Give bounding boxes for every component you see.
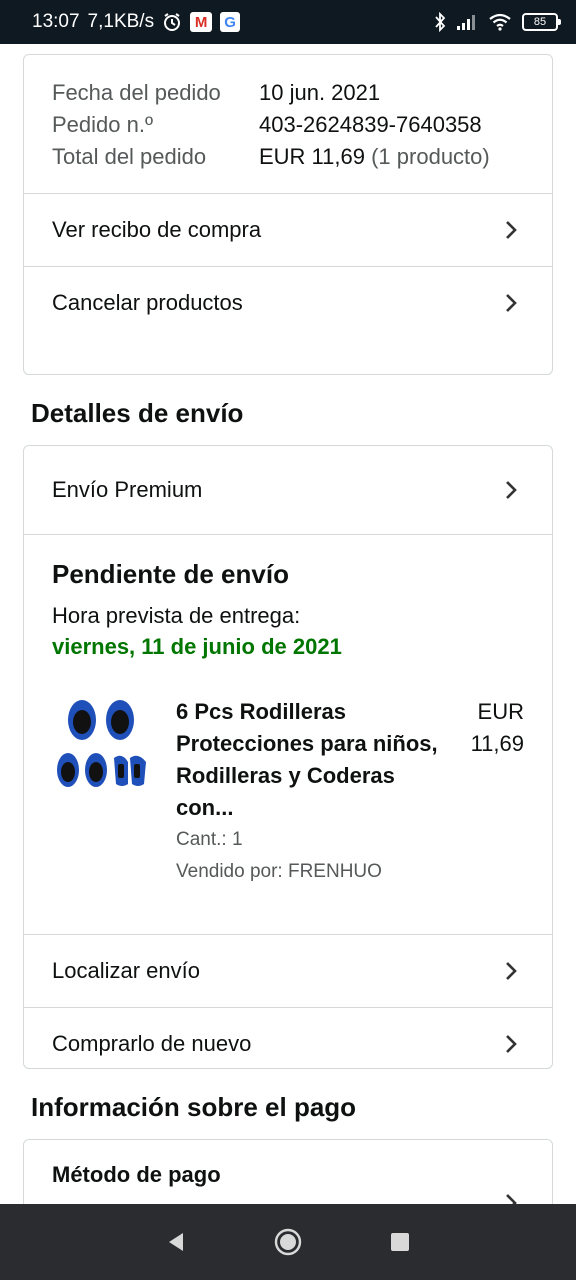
status-speed: 7,1KB/s (87, 11, 155, 32)
order-date-row: Fecha del pedido 10 jun. 2021 (52, 77, 524, 109)
delivery-label: Hora prevista de entrega: (52, 603, 301, 628)
view-receipt-label: Ver recibo de compra (52, 217, 262, 242)
order-total-value: EUR 11,69 (259, 144, 365, 169)
navigation-bar (0, 1204, 576, 1280)
bluetooth-icon (434, 12, 446, 32)
order-number-value: 403-2624839-7640358 (259, 112, 482, 137)
track-package-link[interactable]: Localizar envío (24, 934, 552, 1007)
status-bar: 13:07 7,1KB/s M G 85 (0, 0, 576, 44)
status-time: 13:07 (32, 11, 80, 32)
payment-method-link[interactable]: Método de pago (24, 1140, 552, 1204)
battery-icon: 85 (522, 13, 561, 31)
order-number-label: Pedido n.º (52, 112, 153, 137)
battery-level: 85 (533, 16, 547, 28)
chevron-right-icon (498, 477, 524, 503)
gmail-icon: M (190, 12, 213, 32)
track-package-label: Localizar envío (52, 958, 200, 983)
order-total-value-wrap: EUR 11,69 (1 producto) (259, 141, 524, 173)
order-date-label: Fecha del pedido (52, 80, 221, 105)
chevron-right-icon (498, 217, 524, 243)
google-icon: G (220, 12, 241, 32)
order-details-page: Fecha del pedido 10 jun. 2021 Pedido n.º… (0, 44, 576, 1204)
chevron-right-icon (498, 958, 524, 984)
product-image[interactable] (52, 696, 152, 796)
shipment-block: Pendiente de envío Hora prevista de entr… (24, 534, 552, 934)
premium-shipping-link[interactable]: Envío Premium (24, 446, 552, 534)
buy-again-label: Comprarlo de nuevo (52, 1031, 252, 1056)
payment-method-label: Método de pago (52, 1162, 221, 1187)
premium-shipping-label: Envío Premium (52, 477, 203, 502)
chevron-right-icon (498, 290, 524, 316)
wifi-icon (488, 13, 512, 31)
cancel-products-link[interactable]: Cancelar productos (24, 266, 552, 339)
item-title[interactable]: 6 Pcs Rodilleras Protecciones para niños… (176, 696, 454, 824)
alarm-icon (162, 12, 182, 32)
order-summary: Fecha del pedido 10 jun. 2021 Pedido n.º… (24, 55, 552, 193)
order-total-count: (1 producto) (371, 144, 490, 169)
shipping-card: Envío Premium Pendiente de envío Hora pr… (23, 445, 553, 1069)
order-date-value: 10 jun. 2021 (259, 80, 381, 105)
shipment-status: Pendiente de envío (52, 559, 289, 589)
recents-icon[interactable] (380, 1222, 420, 1262)
delivery-date: viernes, 11 de junio de 2021 (52, 634, 342, 659)
order-item[interactable]: 6 Pcs Rodilleras Protecciones para niños… (52, 696, 524, 888)
buy-again-link[interactable]: Comprarlo de nuevo (24, 1007, 552, 1068)
order-total-label: Total del pedido (52, 144, 207, 169)
chevron-right-icon (498, 1031, 524, 1057)
chevron-right-icon (498, 1190, 524, 1204)
cancel-products-label: Cancelar productos (52, 290, 243, 315)
item-price-value: 11,69 (470, 731, 524, 756)
view-receipt-link[interactable]: Ver recibo de compra (24, 193, 552, 266)
shipping-section-title: Detalles de envío (31, 398, 244, 428)
payment-section-title: Información sobre el pago (31, 1092, 357, 1122)
home-icon[interactable] (268, 1222, 308, 1262)
item-quantity: Cant.: 1 (176, 829, 243, 850)
order-summary-card: Fecha del pedido 10 jun. 2021 Pedido n.º… (23, 54, 553, 375)
signal-icon (456, 13, 478, 31)
order-total-row: Total del pedido EUR 11,69 (1 producto) (52, 141, 524, 173)
item-seller: Vendido por: FRENHUO (176, 861, 382, 882)
item-price-currency: EUR (477, 699, 524, 724)
payment-card: Método de pago (23, 1139, 553, 1204)
item-info: 6 Pcs Rodilleras Protecciones para niños… (176, 696, 454, 888)
back-icon[interactable] (156, 1222, 196, 1262)
order-number-row: Pedido n.º 403-2624839-7640358 (52, 109, 524, 141)
item-price: EUR 11,69 (454, 696, 524, 888)
